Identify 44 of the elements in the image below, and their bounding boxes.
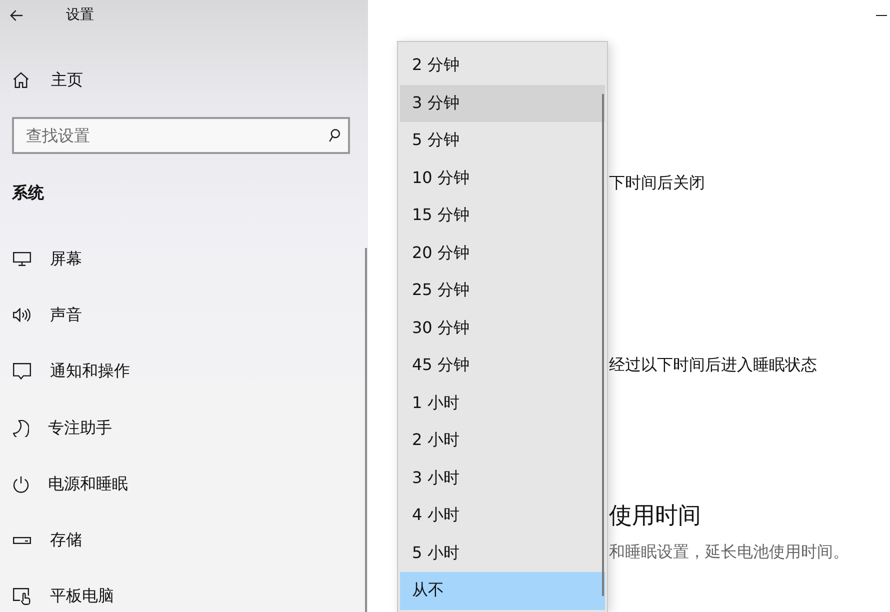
tablet-icon (13, 588, 31, 606)
section-heading: 系统 (12, 182, 44, 204)
nav-item[interactable]: 电源和睡眠 (10, 456, 365, 512)
dropdown-option[interactable]: 30 分钟 (400, 310, 605, 347)
setting-label: 经过以下时间后进入睡眠状态 (609, 354, 817, 376)
nav-item[interactable]: 通知和操作 (10, 344, 365, 400)
back-arrow-icon (10, 10, 23, 20)
search-icon (329, 129, 340, 142)
nav-item[interactable]: 声音 (10, 287, 365, 344)
home-icon (13, 72, 29, 88)
power-icon (13, 476, 29, 493)
setting-label: 下时间后关闭 (609, 172, 705, 194)
nav-item[interactable]: 存储 (10, 512, 365, 569)
nav-item[interactable]: 平板电脑 (10, 568, 365, 612)
dropdown-option[interactable]: 4 小时 (400, 497, 605, 534)
minimize-icon (876, 14, 887, 16)
dropdown-option[interactable]: 3 分钟 (400, 84, 605, 122)
monitor-icon (13, 252, 31, 266)
dropdown-option[interactable]: 3 小时 (400, 460, 605, 497)
dropdown-option[interactable]: 从不 (400, 572, 605, 610)
dropdown-option[interactable]: 25 分钟 (400, 272, 605, 310)
scrollbar[interactable] (602, 94, 604, 596)
nav-item[interactable]: 屏幕 (10, 231, 365, 288)
dropdown-option[interactable]: 1 小时 (400, 384, 605, 422)
speech-bubble-icon (13, 363, 31, 380)
scrollbar[interactable] (365, 248, 367, 612)
dropdown-option[interactable]: 15 分钟 (400, 197, 605, 234)
back-button[interactable] (10, 10, 23, 20)
dropdown-option[interactable]: 2 小时 (400, 422, 605, 460)
drive-icon (13, 537, 31, 544)
dropdown-option[interactable]: 45 分钟 (400, 347, 605, 384)
speaker-icon (13, 308, 31, 322)
search-field[interactable]: 查找设置 (12, 117, 350, 154)
nav-item[interactable]: 专注助手 (10, 400, 365, 456)
dropdown-option[interactable]: 20 分钟 (400, 234, 605, 272)
nav-item[interactable]: 主页 (10, 64, 83, 96)
moon-icon (13, 420, 29, 437)
window-title: 设置 (66, 6, 94, 25)
dropdown-option[interactable]: 2 分钟 (400, 47, 605, 84)
section-description: 和睡眠设置，延长电池使用时间。 (609, 541, 849, 563)
dropdown-option[interactable]: 10 分钟 (400, 160, 605, 197)
section-heading: 使用时间 (609, 502, 701, 531)
dropdown-option[interactable]: 5 分钟 (400, 122, 605, 160)
dropdown-option[interactable]: 5 小时 (400, 534, 605, 572)
